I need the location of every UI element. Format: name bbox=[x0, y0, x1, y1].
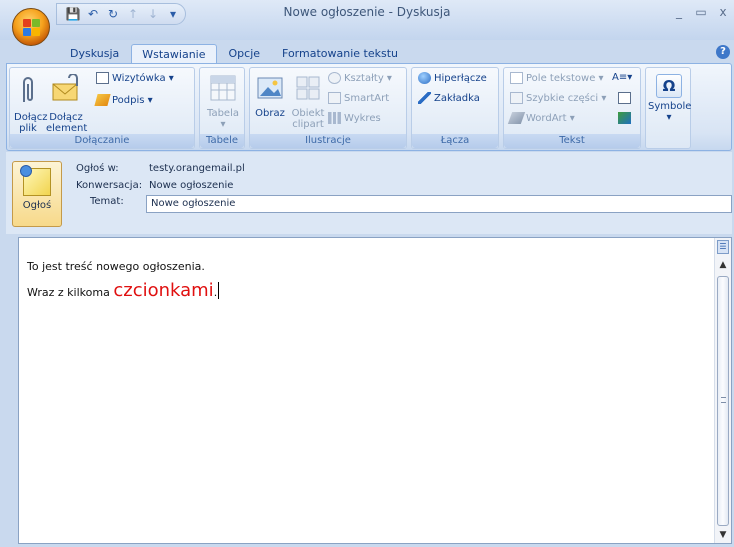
chart-icon bbox=[328, 112, 341, 124]
post-button[interactable]: Ogłoś bbox=[12, 161, 62, 227]
date-time-button[interactable] bbox=[618, 92, 631, 104]
calendar-icon bbox=[618, 92, 631, 104]
symbols-button[interactable]: Ω Symbole ▾ bbox=[648, 74, 691, 123]
window-title: Nowe ogłoszenie - Dyskusja bbox=[283, 5, 451, 19]
picture-button[interactable]: Obraz bbox=[254, 74, 286, 119]
omega-icon: Ω bbox=[656, 74, 682, 98]
subject-label: Temat: bbox=[90, 196, 124, 207]
minimize-button[interactable]: _ bbox=[668, 2, 690, 22]
clipart-icon bbox=[296, 76, 320, 100]
group-tekst: Pole tekstowe ▾ A≡▾ Szybkie części ▾ Wor… bbox=[503, 67, 641, 149]
subject-input[interactable]: Nowe ogłoszenie bbox=[146, 195, 732, 213]
group-label-ilustracje: Ilustracje bbox=[250, 134, 406, 148]
body-line-2-suffix: . bbox=[213, 286, 218, 299]
table-button[interactable]: Tabela ▾ bbox=[204, 74, 242, 130]
picture-icon bbox=[257, 77, 283, 99]
post-to-value: testy.orangemail.pl bbox=[149, 163, 245, 174]
group-label-lacza: Łącza bbox=[412, 134, 498, 148]
clipart-button[interactable]: Obiekt clipart bbox=[290, 74, 326, 130]
text-box-button[interactable]: Pole tekstowe ▾ bbox=[510, 72, 604, 84]
message-body[interactable]: To jest treść nowego ogłoszenia. Wraz z … bbox=[18, 237, 732, 544]
body-line-1: To jest treść nowego ogłoszenia. bbox=[27, 260, 205, 273]
text-box-icon bbox=[510, 72, 523, 84]
smartart-button[interactable]: SmartArt bbox=[328, 92, 389, 104]
group-dolaczanie: Dołącz plik Dołącz element Wizytówka ▾ P… bbox=[9, 67, 195, 149]
conversation-label: Konwersacja: bbox=[76, 180, 143, 191]
ribbon: Dołącz plik Dołącz element Wizytówka ▾ P… bbox=[6, 63, 732, 151]
sticky-note-icon bbox=[20, 165, 51, 196]
office-logo-icon bbox=[23, 19, 41, 37]
office-button[interactable] bbox=[12, 8, 50, 46]
scroll-up-arrow[interactable]: ▲ bbox=[715, 260, 731, 270]
conversation-value: Nowe ogłoszenie bbox=[149, 180, 234, 191]
group-label-dolaczanie: Dołączanie bbox=[10, 134, 194, 148]
scroll-thumb[interactable] bbox=[717, 276, 729, 526]
body-line-2-prefix: Wraz z kilkoma bbox=[27, 286, 114, 299]
tab-wstawianie[interactable]: Wstawianie bbox=[131, 44, 217, 64]
business-card-icon bbox=[96, 72, 109, 84]
attach-file-button[interactable]: Dołącz plik bbox=[14, 74, 48, 134]
help-icon[interactable]: ? bbox=[716, 45, 730, 59]
group-symbole: Ω Symbole ▾ bbox=[645, 67, 691, 149]
title-bar: 💾 ↶ ↻ ↑ ↓ ▾ Nowe ogłoszenie - Dyskusja _… bbox=[0, 0, 734, 40]
ribbon-tabs: Dyskusja Wstawianie Opcje Formatowanie t… bbox=[60, 44, 408, 64]
bookmark-button[interactable]: Zakładka bbox=[418, 92, 480, 104]
group-tabele: Tabela ▾ Tabele bbox=[199, 67, 245, 149]
post-to-label: Ogłoś w: bbox=[76, 163, 119, 174]
paperclip-icon bbox=[23, 77, 33, 102]
group-label-tekst: Tekst bbox=[504, 134, 640, 148]
quick-parts-icon bbox=[510, 92, 523, 104]
scroll-down-arrow[interactable]: ▼ bbox=[715, 530, 731, 540]
signature-button[interactable]: Podpis ▾ bbox=[94, 94, 153, 106]
ruler-toggle-icon[interactable]: ☰ bbox=[717, 240, 729, 254]
wordart-icon bbox=[507, 112, 526, 124]
globe-link-icon bbox=[418, 72, 431, 84]
signature-icon bbox=[94, 94, 111, 106]
dropcap-button[interactable]: A≡▾ bbox=[612, 72, 632, 83]
tab-formatowanie-tekstu[interactable]: Formatowanie tekstu bbox=[272, 44, 408, 64]
body-line-2: Wraz z kilkoma czcionkami. bbox=[27, 280, 220, 301]
table-icon bbox=[210, 75, 236, 101]
tab-opcje[interactable]: Opcje bbox=[219, 44, 271, 64]
close-button[interactable]: x bbox=[712, 2, 734, 22]
shapes-button[interactable]: Kształty ▾ bbox=[328, 72, 392, 84]
smartart-icon bbox=[328, 92, 341, 104]
wordart-button[interactable]: WordArt ▾ bbox=[507, 112, 575, 124]
text-caret bbox=[218, 282, 220, 299]
quick-parts-button[interactable]: Szybkie części ▾ bbox=[510, 92, 606, 104]
attach-item-button[interactable]: Dołącz element bbox=[46, 73, 87, 134]
group-lacza: Hiperłącze Zakładka Łącza bbox=[411, 67, 499, 149]
tab-dyskusja[interactable]: Dyskusja bbox=[60, 44, 129, 64]
bookmark-icon bbox=[418, 92, 431, 104]
maximize-button[interactable]: ▭ bbox=[690, 2, 712, 22]
group-label-tabele: Tabele bbox=[200, 134, 244, 148]
vertical-scrollbar[interactable]: ☰ ▲ ▼ bbox=[714, 238, 731, 543]
envelope-icon bbox=[52, 73, 78, 101]
group-ilustracje: Obraz Obiekt clipart Kształty ▾ SmartArt… bbox=[249, 67, 407, 149]
object-button[interactable] bbox=[618, 112, 631, 124]
object-icon bbox=[618, 112, 631, 124]
business-card-button[interactable]: Wizytówka ▾ bbox=[96, 72, 174, 84]
hyperlink-button[interactable]: Hiperłącze bbox=[418, 72, 487, 84]
body-highlight-word: czcionkami bbox=[113, 280, 214, 301]
scroll-grip-icon bbox=[721, 397, 726, 403]
window-controls: _ ▭ x bbox=[668, 2, 734, 22]
shapes-icon bbox=[328, 72, 341, 84]
chart-button[interactable]: Wykres bbox=[328, 112, 381, 124]
